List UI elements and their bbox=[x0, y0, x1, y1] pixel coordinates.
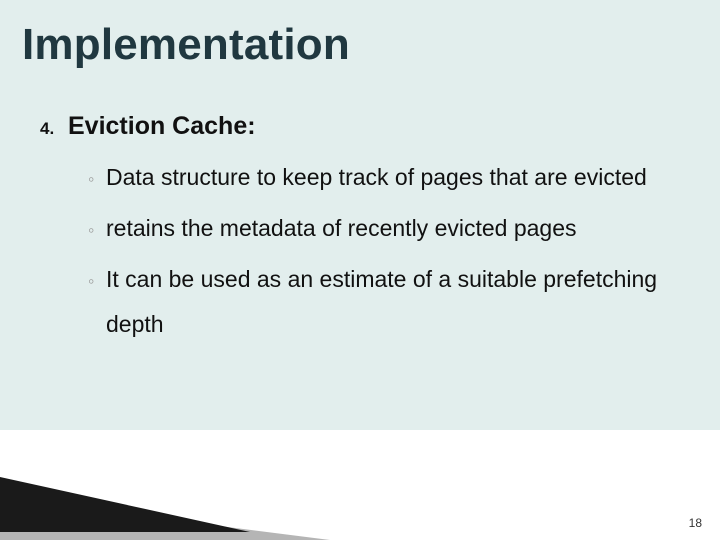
decorative-wedge-dark bbox=[0, 477, 250, 532]
sub-bullet-text: It can be used as an estimate of a suita… bbox=[106, 257, 680, 347]
sub-bullet-text: Data structure to keep track of pages th… bbox=[106, 155, 647, 200]
bullet-glyph: ◦ bbox=[88, 264, 106, 299]
slide-title: Implementation bbox=[22, 20, 350, 70]
page-number: 18 bbox=[689, 516, 702, 530]
item-heading: Eviction Cache: bbox=[68, 112, 256, 141]
item-number: 4. bbox=[40, 119, 68, 139]
sub-bullet-item: ◦ It can be used as an estimate of a sui… bbox=[88, 257, 680, 347]
sub-bullet-text: retains the metadata of recently evicted… bbox=[106, 206, 577, 251]
numbered-item: 4. Eviction Cache: bbox=[40, 112, 680, 141]
sub-bullet-item: ◦ retains the metadata of recently evict… bbox=[88, 206, 680, 251]
sub-bullet-list: ◦ Data structure to keep track of pages … bbox=[88, 155, 680, 346]
bullet-glyph: ◦ bbox=[88, 162, 106, 197]
bullet-glyph: ◦ bbox=[88, 213, 106, 248]
sub-bullet-item: ◦ Data structure to keep track of pages … bbox=[88, 155, 680, 200]
slide: Implementation 4. Eviction Cache: ◦ Data… bbox=[0, 0, 720, 540]
body-content: 4. Eviction Cache: ◦ Data structure to k… bbox=[40, 112, 680, 352]
